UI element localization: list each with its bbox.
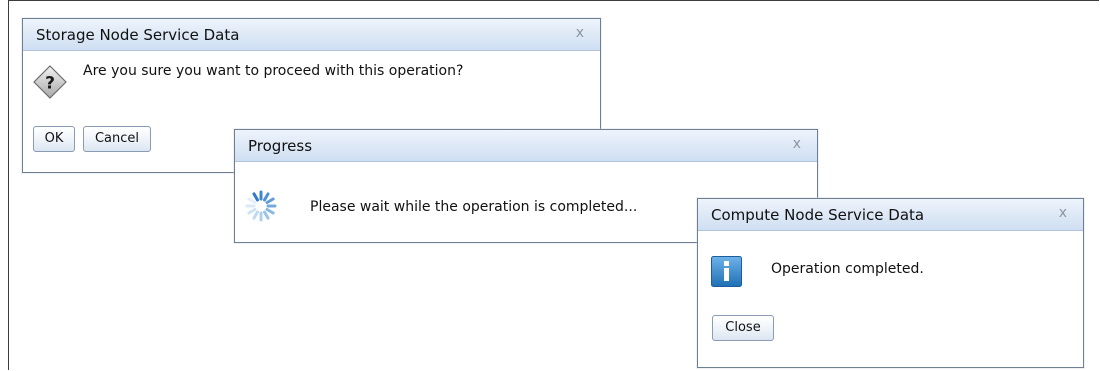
cancel-button[interactable]: Cancel bbox=[83, 126, 151, 152]
progress-dialog-titlebar[interactable]: Progress x bbox=[235, 130, 817, 162]
spinner-icon bbox=[245, 190, 277, 222]
close-button[interactable]: Close bbox=[712, 315, 774, 341]
storage-dialog-titlebar[interactable]: Storage Node Service Data x bbox=[23, 19, 600, 51]
svg-text:?: ? bbox=[45, 74, 55, 94]
progress-dialog-close-icon[interactable]: x bbox=[793, 136, 801, 152]
compute-dialog-title: Compute Node Service Data bbox=[711, 206, 925, 224]
compute-dialog-titlebar[interactable]: Compute Node Service Data x bbox=[698, 199, 1083, 231]
progress-dialog-message: Please wait while the operation is compl… bbox=[310, 199, 638, 215]
storage-dialog-close-icon[interactable]: x bbox=[576, 25, 584, 41]
compute-dialog-close-icon[interactable]: x bbox=[1059, 205, 1067, 221]
compute-dialog: Compute Node Service Data x Operation co… bbox=[697, 198, 1084, 368]
storage-dialog-title: Storage Node Service Data bbox=[36, 26, 240, 44]
info-icon bbox=[711, 256, 742, 287]
ok-button[interactable]: OK bbox=[33, 126, 75, 152]
progress-dialog-title: Progress bbox=[248, 137, 313, 155]
compute-dialog-message: Operation completed. bbox=[771, 261, 924, 277]
storage-dialog-message: Are you sure you want to proceed with th… bbox=[83, 63, 464, 79]
question-icon: ? bbox=[33, 65, 67, 99]
